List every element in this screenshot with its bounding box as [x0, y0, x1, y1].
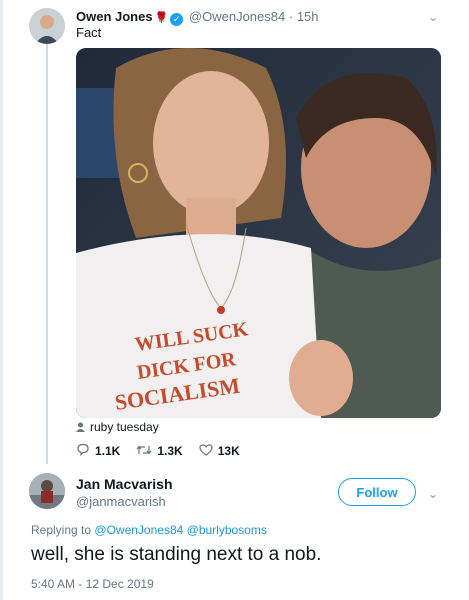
thread-connector-line [46, 44, 48, 464]
tweet-time[interactable]: 15h [297, 9, 319, 24]
reply-count: 1.1K [95, 444, 121, 458]
chevron-down-icon[interactable]: ⌄ [428, 487, 438, 501]
left-edge-border [0, 0, 3, 600]
reply-action[interactable]: 1.1K [76, 443, 120, 459]
verified-icon: ✓ [170, 13, 184, 26]
replying-prefix: Replying to [31, 523, 92, 537]
user-icon [76, 421, 85, 432]
like-icon [199, 443, 213, 459]
retweet-count: 1.3K [157, 444, 183, 458]
like-count: 13K [217, 444, 240, 458]
tweet-photo[interactable]: WILL SUCK DICK FOR SOCIALISM [76, 48, 441, 418]
photo-credit[interactable]: ruby tuesday [76, 420, 159, 434]
mention-burlybosoms[interactable]: @burlybosoms [187, 523, 267, 537]
tweet-text: Fact [76, 25, 102, 40]
reply-timestamp[interactable]: 5:40 AM - 12 Dec 2019 [31, 577, 154, 591]
reply-icon [76, 443, 90, 459]
photo-credit-name: ruby tuesday [90, 420, 159, 434]
reply-text: well, she is standing next to a nob. [31, 544, 322, 565]
tweet-header: Owen Jones 🌹 ✓ @OwenJones84 · 15h [76, 9, 319, 26]
retweet-icon [136, 444, 152, 459]
follow-button[interactable]: Follow [338, 478, 416, 506]
separator-dot: · [288, 9, 294, 24]
reply-author-handle[interactable]: @janmacvarish [76, 494, 173, 509]
rose-emoji: 🌹 [154, 12, 169, 24]
tweet-actions: 1.1K 1.3K 13K [76, 443, 240, 459]
reply-header: Jan Macvarish @janmacvarish [76, 476, 173, 509]
reply-author-name[interactable]: Jan Macvarish [76, 476, 173, 492]
like-action[interactable]: 13K [199, 443, 240, 459]
author-name[interactable]: Owen Jones [76, 9, 153, 24]
avatar-owen-jones[interactable] [29, 8, 65, 44]
chevron-down-icon[interactable]: ⌄ [428, 10, 438, 24]
author-handle[interactable]: @OwenJones84 [189, 9, 285, 24]
replying-to-line: Replying to @OwenJones84 @burlybosoms [31, 523, 267, 537]
avatar-jan-macvarish[interactable] [29, 473, 65, 509]
mention-owenjones84[interactable]: @OwenJones84 [94, 523, 183, 537]
retweet-action[interactable]: 1.3K [136, 443, 183, 459]
